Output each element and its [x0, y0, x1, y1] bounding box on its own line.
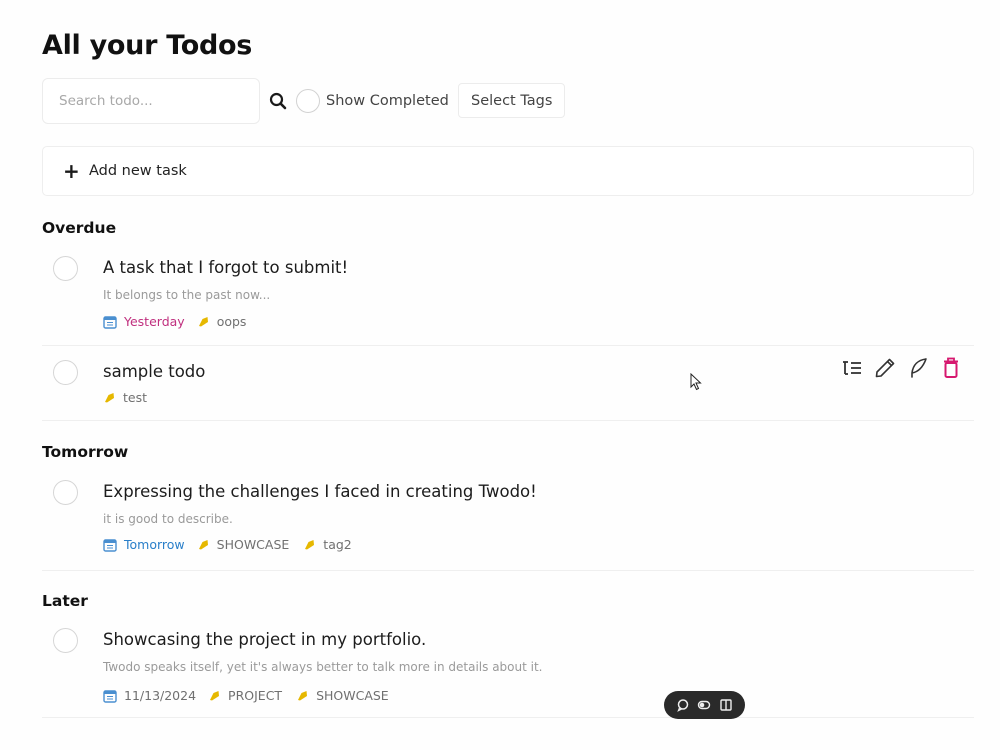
task-title[interactable]: sample todo — [103, 362, 205, 381]
tag-label: test — [123, 390, 148, 405]
task-meta: test — [103, 390, 161, 405]
toolbar: Show Completed Select Tags — [42, 78, 642, 124]
search-box — [42, 78, 260, 124]
floating-toolbar — [664, 691, 745, 719]
plus-icon: + — [63, 159, 80, 183]
task-due-date: Tomorrow — [124, 537, 185, 552]
mouse-cursor-icon — [690, 372, 702, 391]
pencil-icon[interactable] — [873, 356, 897, 380]
feather-icon[interactable] — [906, 356, 930, 380]
task-title[interactable]: Expressing the challenges I faced in cre… — [103, 482, 537, 501]
task-due-date: 11/13/2024 — [124, 688, 197, 703]
tag-label: oops — [216, 314, 247, 329]
task-description: Twodo speaks itself, yet it's always bet… — [103, 660, 543, 674]
task-title[interactable]: A task that I forgot to submit! — [103, 258, 348, 277]
add-task-button[interactable]: + Add new task — [42, 146, 974, 196]
task-description: it is good to describe. — [103, 512, 233, 526]
calendar-icon — [103, 689, 117, 703]
tag-icon — [197, 315, 210, 328]
add-task-label: Add new task — [89, 163, 187, 179]
show-completed-toggle[interactable]: Show Completed — [296, 88, 449, 114]
show-completed-checkbox[interactable] — [296, 89, 320, 113]
task-actions — [840, 356, 972, 380]
task-tag[interactable]: SHOWCASE — [296, 688, 389, 703]
task-divider — [42, 345, 974, 346]
task-tag[interactable]: oops — [197, 314, 247, 329]
tag-label: PROJECT — [228, 688, 283, 703]
select-tags-button[interactable]: Select Tags — [458, 83, 566, 118]
section-title-overdue: Overdue — [42, 219, 117, 237]
task-tag[interactable]: PROJECT — [208, 688, 282, 703]
section-divider — [42, 570, 974, 571]
tag-label: tag2 — [323, 537, 352, 552]
task-meta: 11/13/2024 PROJECT SHOWCASE — [103, 688, 403, 703]
calendar-icon — [103, 315, 117, 329]
chat-icon[interactable] — [676, 698, 690, 712]
calendar-icon — [103, 538, 117, 552]
tag-icon — [208, 689, 221, 702]
page-title: All your Todos — [42, 30, 253, 61]
task-description: It belongs to the past now... — [103, 288, 271, 302]
task-tag[interactable]: tag2 — [303, 537, 352, 552]
subtasks-icon[interactable] — [840, 356, 864, 380]
tag-icon — [197, 538, 210, 551]
tag-label: SHOWCASE — [216, 537, 290, 552]
tag-icon — [103, 391, 116, 404]
tag-icon — [296, 689, 309, 702]
section-title-later: Later — [42, 592, 88, 610]
section-title-tomorrow: Tomorrow — [42, 443, 129, 461]
task-complete-checkbox[interactable] — [53, 480, 78, 505]
show-completed-label: Show Completed — [326, 93, 449, 109]
task-complete-checkbox[interactable] — [53, 360, 78, 385]
tag-label: SHOWCASE — [316, 688, 389, 703]
book-icon[interactable] — [719, 698, 733, 712]
search-icon[interactable] — [268, 91, 288, 111]
task-tag[interactable]: SHOWCASE — [197, 537, 290, 552]
task-complete-checkbox[interactable] — [53, 628, 78, 653]
task-meta: Tomorrow SHOWCASE tag2 — [103, 537, 366, 552]
task-tag[interactable]: test — [103, 390, 147, 405]
section-divider — [42, 717, 974, 718]
trash-icon[interactable] — [939, 356, 963, 380]
theme-toggle-icon[interactable] — [697, 698, 711, 712]
search-input[interactable] — [43, 79, 233, 123]
task-due-date: Yesterday — [124, 314, 185, 329]
task-meta: Yesterday oops — [103, 314, 260, 329]
task-complete-checkbox[interactable] — [53, 256, 78, 281]
task-title[interactable]: Showcasing the project in my portfolio. — [103, 630, 426, 649]
section-divider — [42, 420, 974, 421]
tag-icon — [303, 538, 316, 551]
